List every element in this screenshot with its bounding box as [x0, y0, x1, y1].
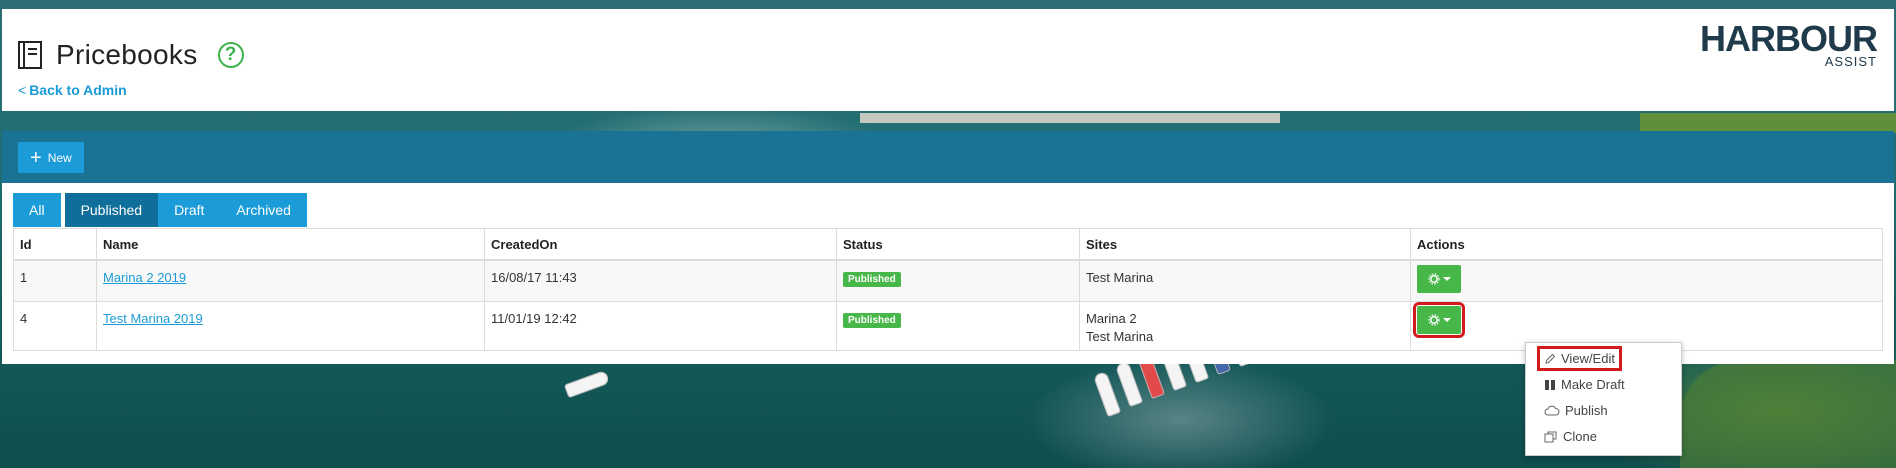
pricebook-name-link[interactable]: Test Marina 2019: [103, 311, 203, 326]
menu-item-label: View/Edit: [1561, 351, 1615, 366]
title-row: Pricebooks ?: [16, 39, 244, 71]
back-to-admin-link[interactable]: < Back to Admin: [18, 82, 127, 98]
boat-decoration: [563, 369, 611, 399]
cell-status: Published: [836, 259, 1080, 302]
cell-name: Test Marina 2019: [96, 301, 485, 351]
tab-archived[interactable]: Archived: [220, 193, 307, 227]
menu-item-make-draft[interactable]: Make Draft: [1544, 377, 1625, 392]
status-badge: Published: [843, 272, 901, 287]
pause-icon: [1545, 379, 1555, 390]
column-header-sites[interactable]: Sites: [1079, 228, 1411, 261]
tab-draft[interactable]: Draft: [158, 193, 221, 227]
tab-all[interactable]: All: [13, 193, 61, 227]
actions-dropdown-menu: View/Edit Make Draft Publish Clone: [1525, 342, 1682, 456]
menu-item-clone[interactable]: Clone: [1544, 429, 1597, 444]
gear-icon: [1427, 273, 1440, 285]
pricebook-name-link[interactable]: Marina 2 2019: [103, 270, 186, 285]
clone-icon: [1544, 431, 1557, 442]
pier-decoration: [860, 113, 1280, 123]
site-name: Test Marina: [1086, 329, 1154, 344]
caret-down-icon: [1442, 318, 1451, 322]
pencil-icon: [1545, 353, 1556, 364]
menu-item-label: Publish: [1565, 403, 1608, 418]
cloud-icon: [1544, 405, 1560, 415]
help-icon[interactable]: ?: [217, 42, 244, 68]
menu-item-publish[interactable]: Publish: [1544, 403, 1608, 418]
column-header-createdon[interactable]: CreatedOn: [484, 228, 837, 261]
table-row: 1 Marina 2 2019 16/08/17 11:43 Published…: [13, 259, 1883, 302]
book-icon: [16, 40, 44, 70]
column-header-id[interactable]: Id: [13, 228, 97, 261]
site-name: Test Marina: [1086, 270, 1154, 285]
back-link-label: Back to Admin: [29, 82, 127, 98]
cell-actions: [1410, 259, 1883, 302]
actions-gear-button[interactable]: [1413, 302, 1465, 338]
cell-id: 4: [13, 301, 97, 351]
status-badge: Published: [843, 313, 901, 328]
cell-sites: Marina 2 Test Marina: [1079, 301, 1411, 351]
menu-item-label: Clone: [1563, 429, 1597, 444]
gear-icon: [1427, 314, 1440, 326]
cell-created: 11/01/19 12:42: [484, 301, 837, 351]
harbour-assist-logo: HARBOUR ASSIST: [1700, 18, 1878, 70]
cell-id: 1: [13, 259, 97, 302]
pricebooks-panel: All Published Draft Archived Id Name Cre…: [2, 183, 1894, 364]
site-name: Marina 2: [1086, 311, 1137, 326]
logo-main-text: HARBOUR: [1700, 18, 1878, 59]
column-header-name[interactable]: Name: [96, 228, 485, 261]
cell-sites: Test Marina: [1079, 259, 1411, 302]
caret-down-icon: [1442, 277, 1451, 281]
chevron-left-icon: <: [18, 82, 27, 98]
menu-item-view-edit[interactable]: View/Edit: [1537, 346, 1622, 371]
toolbar: + New: [2, 131, 1894, 183]
actions-gear-button[interactable]: [1417, 265, 1461, 293]
tab-published[interactable]: Published: [64, 193, 159, 227]
cell-created: 16/08/17 11:43: [484, 259, 837, 302]
grass-decoration: [1680, 360, 1896, 468]
status-tabs: All Published Draft Archived: [13, 193, 307, 227]
page-title: Pricebooks: [56, 39, 198, 70]
new-button-label: New: [47, 150, 72, 165]
menu-item-label: Make Draft: [1561, 377, 1625, 392]
column-header-actions: Actions: [1410, 228, 1883, 261]
new-button[interactable]: + New: [18, 142, 84, 173]
page-header: Pricebooks ? < Back to Admin HARBOUR ASS…: [2, 9, 1894, 111]
plus-icon: +: [30, 146, 42, 169]
pricebooks-table: Id Name CreatedOn Status Sites Actions 1…: [13, 228, 1883, 351]
grass-decoration: [1640, 113, 1896, 133]
cell-status: Published: [836, 301, 1080, 351]
cell-name: Marina 2 2019: [96, 259, 485, 302]
table-header-row: Id Name CreatedOn Status Sites Actions: [13, 228, 1883, 261]
column-header-status[interactable]: Status: [836, 228, 1080, 261]
